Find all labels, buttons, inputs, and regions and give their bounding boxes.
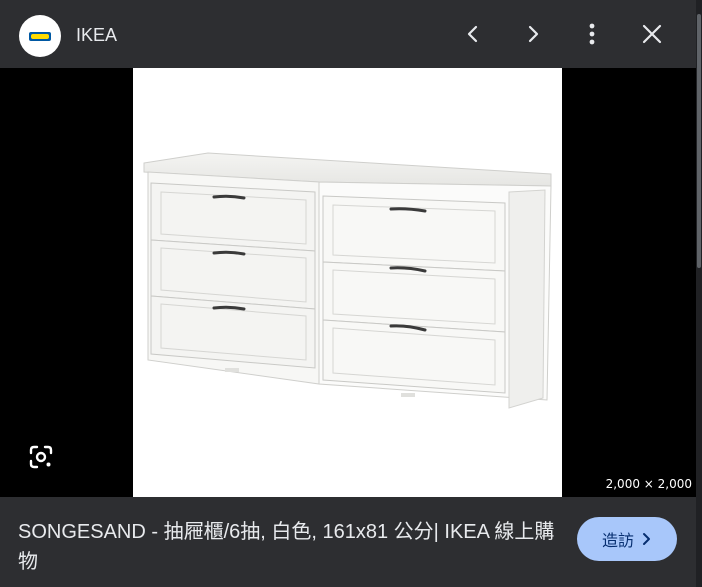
next-image-button[interactable] bbox=[515, 16, 551, 52]
chevron-left-icon bbox=[467, 25, 478, 43]
visit-button[interactable]: 造訪 bbox=[577, 517, 677, 561]
dresser-illustration bbox=[143, 152, 552, 409]
image-viewer: 2,000 × 2,000 bbox=[0, 68, 696, 497]
chevron-right-icon bbox=[528, 25, 539, 43]
page-title-link[interactable]: SONGESAND - 抽屜櫃/6抽, 白色, 161x81 公分| IKEA … bbox=[18, 517, 563, 577]
close-icon bbox=[642, 24, 662, 44]
more-options-button[interactable] bbox=[574, 16, 610, 52]
previous-image-button[interactable] bbox=[455, 16, 491, 52]
google-lens-icon bbox=[29, 445, 53, 469]
product-image[interactable] bbox=[133, 68, 562, 497]
ikea-logo-icon[interactable] bbox=[19, 15, 61, 57]
image-viewer-header: IKEA bbox=[0, 0, 696, 68]
site-name[interactable]: IKEA bbox=[76, 24, 117, 46]
scrollbar[interactable] bbox=[696, 0, 702, 587]
image-details-footer: SONGESAND - 抽屜櫃/6抽, 白色, 161x81 公分| IKEA … bbox=[0, 497, 696, 587]
google-lens-button[interactable] bbox=[24, 440, 58, 474]
visit-button-label: 造訪 bbox=[601, 533, 634, 550]
scrollbar-thumb[interactable] bbox=[697, 14, 701, 268]
close-button[interactable] bbox=[634, 16, 670, 52]
chevron-right-icon bbox=[643, 533, 650, 545]
image-dimensions: 2,000 × 2,000 bbox=[605, 477, 692, 491]
ikea-logo-mark bbox=[29, 31, 51, 41]
more-vert-icon bbox=[589, 23, 595, 45]
